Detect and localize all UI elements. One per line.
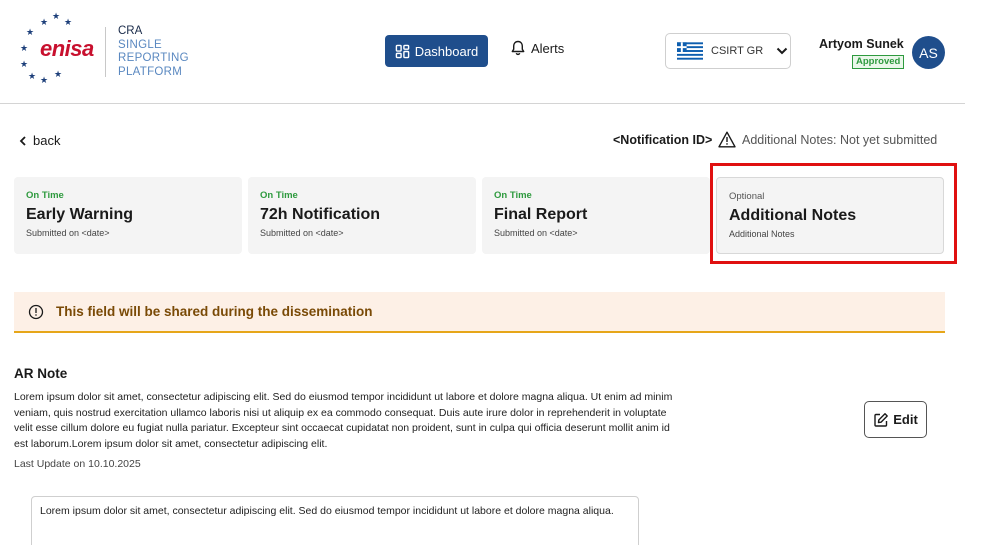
selection-highlight — [710, 163, 957, 264]
back-link[interactable]: back — [18, 133, 60, 148]
notification-id: <Notification ID> — [613, 133, 713, 147]
banner-text: This field will be shared during the dis… — [56, 304, 373, 319]
edit-pencil-icon — [874, 412, 889, 427]
dashboard-button[interactable]: Dashboard — [385, 35, 488, 67]
step-subtitle: Submitted on <date> — [26, 228, 110, 238]
submission-status: Additional Notes: Not yet submitted — [742, 133, 938, 147]
logo-divider — [105, 27, 106, 77]
step-state: On Time — [26, 190, 64, 201]
star-icon: ★ — [20, 59, 29, 69]
status-badge: Approved — [852, 55, 905, 69]
top-header: ★ ★ ★ ★ ★ ★ ★ ★ ★ enisa CRA SINGLE REPOR… — [0, 0, 965, 104]
step-state: On Time — [260, 190, 298, 201]
dashboard-grid-icon — [395, 44, 409, 58]
platform-line: PLATFORM — [118, 65, 183, 78]
star-icon: ★ — [26, 27, 35, 37]
star-icon: ★ — [20, 43, 29, 53]
step-card-72h-notification[interactable]: On Time 72h Notification Submitted on <d… — [248, 177, 476, 254]
bell-icon — [511, 40, 525, 56]
step-card-early-warning[interactable]: On Time Early Warning Submitted on <date… — [14, 177, 242, 254]
alerts-label: Alerts — [531, 40, 565, 56]
star-icon: ★ — [54, 69, 63, 79]
step-state: On Time — [494, 190, 532, 201]
enisa-logo[interactable]: ★ ★ ★ ★ ★ ★ ★ ★ ★ enisa — [14, 12, 114, 86]
chevron-down-icon — [776, 47, 788, 55]
country-value: CSIRT GR — [711, 45, 764, 57]
dashboard-label: Dashboard — [414, 43, 479, 59]
warning-icon — [718, 131, 736, 148]
star-icon: ★ — [40, 75, 49, 85]
platform-line: SINGLE — [118, 38, 162, 51]
edit-button[interactable]: Edit — [864, 401, 927, 438]
additional-notes-input[interactable]: Lorem ipsum dolor sit amet, consectetur … — [31, 496, 639, 545]
dissemination-banner: This field will be shared during the dis… — [14, 292, 945, 333]
info-circle-icon — [28, 304, 44, 319]
step-subtitle: Submitted on <date> — [260, 228, 344, 238]
logo-wordmark: enisa — [40, 36, 94, 61]
star-icon: ★ — [40, 17, 49, 27]
step-title: Final Report — [494, 206, 588, 223]
back-label: back — [33, 133, 61, 148]
step-subtitle: Submitted on <date> — [494, 228, 578, 238]
country-selector[interactable]: CSIRT GR — [665, 33, 791, 69]
note-title: AR Note — [14, 366, 68, 381]
platform-line: CRA — [118, 25, 143, 37]
star-icon: ★ — [52, 11, 61, 21]
platform-name: CRA SINGLE REPORTING PLATFORM — [118, 25, 189, 79]
star-icon: ★ — [64, 17, 73, 27]
step-title: 72h Notification — [260, 206, 381, 223]
last-update: Last Update on 10.10.2025 — [14, 458, 141, 470]
chevron-left-icon — [19, 135, 26, 146]
user-name: Artyom Sunek — [819, 37, 904, 51]
step-title: Early Warning — [26, 206, 133, 223]
edit-label: Edit — [893, 412, 918, 427]
avatar[interactable]: AS — [912, 36, 945, 69]
step-card-final-report[interactable]: On Time Final Report Submitted on <date> — [482, 177, 710, 254]
note-body: Lorem ipsum dolor sit amet, consectetur … — [14, 391, 673, 450]
greece-flag-icon — [677, 42, 703, 60]
platform-line: REPORTING — [118, 52, 189, 64]
alerts-link[interactable]: Alerts — [510, 40, 564, 56]
star-icon: ★ — [28, 71, 37, 81]
